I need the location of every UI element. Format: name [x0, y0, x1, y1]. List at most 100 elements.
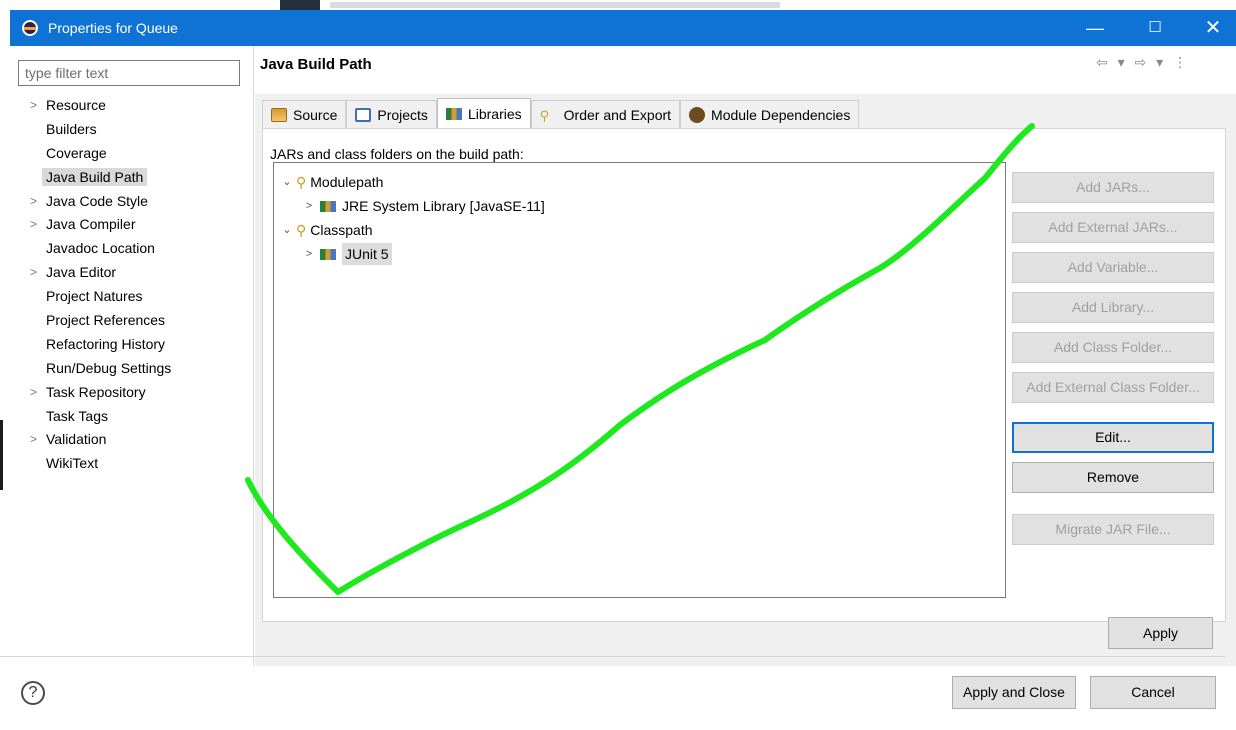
nav-item-project-natures[interactable]: Project Natures — [18, 285, 246, 309]
nav-item-label: Project References — [46, 312, 166, 329]
chevron-right-icon[interactable]: > — [30, 94, 37, 117]
projects-icon — [355, 107, 372, 122]
tree-node[interactable]: ⌄ ⚲ Classpath — [280, 219, 373, 241]
nav-item-project-references[interactable]: Project References — [18, 309, 246, 333]
add-external-class-folder-button[interactable]: Add External Class Folder... — [1012, 372, 1214, 403]
chevron-right-icon[interactable]: > — [302, 243, 316, 265]
chevron-right-icon[interactable]: > — [302, 195, 316, 217]
nav-item-wikitext[interactable]: WikiText — [18, 452, 246, 476]
nav-item-refactoring-history[interactable]: Refactoring History — [18, 333, 246, 357]
nav-item-java-code-style[interactable]: > Java Code Style — [18, 190, 246, 214]
background-strip — [0, 0, 1236, 10]
help-icon[interactable]: ? — [21, 681, 45, 705]
chevron-right-icon[interactable]: > — [30, 190, 37, 213]
nav-item-task-tags[interactable]: Task Tags — [18, 405, 246, 429]
chevron-right-icon[interactable]: > — [30, 213, 37, 236]
nav-item-label: Coverage — [46, 144, 107, 161]
tab-libraries[interactable]: Libraries — [436, 98, 531, 128]
tree-node[interactable]: > JRE System Library [JavaSE-11] — [302, 195, 545, 217]
nav-item-validation[interactable]: > Validation — [18, 428, 246, 452]
nav-item-java-build-path[interactable]: Java Build Path — [18, 166, 246, 190]
edge-mark — [0, 420, 3, 490]
apply-and-close-button[interactable]: Apply and Close — [952, 676, 1076, 709]
chevron-down-icon[interactable]: ⌄ — [280, 171, 294, 193]
nav-item-label: Validation — [46, 431, 107, 448]
tree-node-label: Modulepath — [310, 174, 384, 190]
library-icon — [320, 200, 336, 212]
classpath-container-icon: ⚲ — [296, 174, 307, 190]
add-variable-button[interactable]: Add Variable... — [1012, 252, 1214, 283]
migrate-jar-button[interactable]: Migrate JAR File... — [1012, 514, 1214, 545]
nav-item-run-debug-settings[interactable]: Run/Debug Settings — [18, 357, 246, 381]
nav-item-javadoc-location[interactable]: Javadoc Location — [18, 237, 246, 261]
nav-item-builders[interactable]: Builders — [18, 118, 246, 142]
build-path-tabs: Source Projects Libraries ⚲ Order and Export… — [262, 98, 860, 128]
build-path-heading: JARs and class folders on the build path… — [270, 146, 524, 162]
source-folder-icon — [271, 107, 287, 122]
classpath-container-icon: ⚲ — [296, 222, 307, 238]
close-button[interactable]: ✕ — [1190, 10, 1236, 46]
eclipse-icon — [22, 20, 38, 36]
build-path-tree[interactable]: ⌄ ⚲ Modulepath > JRE System Library [JavaSE-… — [273, 162, 1006, 598]
background-dark-block — [280, 0, 320, 10]
chevron-right-icon[interactable]: > — [30, 261, 37, 284]
cancel-button[interactable]: Cancel — [1090, 676, 1216, 709]
nav-item-label: Java Code Style — [46, 192, 148, 209]
tab-order-and-export[interactable]: ⚲ Order and Export — [530, 100, 681, 128]
tree-node[interactable]: > JUnit 5 — [302, 243, 392, 265]
nav-item-task-repository[interactable]: > Task Repository — [18, 381, 246, 405]
add-external-jars-button[interactable]: Add External JARs... — [1012, 212, 1214, 243]
nav-item-label: Resource — [46, 97, 106, 113]
tab-projects[interactable]: Projects — [346, 100, 437, 128]
background-blurred-text — [330, 2, 780, 8]
tab-label: Libraries — [467, 105, 522, 122]
nav-item-label: WikiText — [46, 455, 99, 472]
apply-button[interactable]: Apply — [1108, 617, 1213, 649]
libraries-icon — [445, 107, 462, 120]
nav-item-java-compiler[interactable]: > Java Compiler — [18, 213, 246, 237]
nav-item-label: Project Natures — [46, 288, 143, 305]
add-library-button[interactable]: Add Library... — [1012, 292, 1214, 323]
module-dependencies-icon — [689, 106, 706, 123]
nav-item-label: Task Tags — [46, 407, 108, 424]
nav-item-label: Javadoc Location — [46, 240, 155, 257]
nav-item-coverage[interactable]: Coverage — [18, 142, 246, 166]
tab-label: Order and Export — [563, 106, 672, 123]
chevron-right-icon[interactable]: > — [30, 428, 37, 451]
tab-label: Module Dependencies — [711, 106, 851, 123]
nav-item-resource[interactable]: > Resource — [18, 94, 246, 118]
tab-source[interactable]: Source — [262, 100, 347, 128]
maximize-button[interactable]: ☐ — [1132, 10, 1178, 46]
tree-node-label: JUnit 5 — [342, 243, 392, 265]
tab-module-dependencies[interactable]: Module Dependencies — [680, 100, 860, 128]
title-bar[interactable]: Properties for Queue — ☐ ✕ — [10, 10, 1236, 46]
chevron-down-icon[interactable]: ⌄ — [280, 219, 294, 241]
library-icon — [320, 248, 336, 260]
properties-nav-pane: > Resource Builders Coverage Java Build Path… — [10, 46, 254, 666]
remove-button[interactable]: Remove — [1012, 462, 1214, 493]
nav-item-label: Refactoring History — [46, 335, 166, 352]
left-edge — [0, 10, 10, 730]
history-nav-icon[interactable]: ⇦ ▾ ⇨ ▾ ⋮ — [1096, 54, 1190, 71]
tab-label: Projects — [377, 106, 428, 123]
order-export-icon: ⚲ — [539, 107, 550, 123]
chevron-right-icon[interactable]: > — [30, 381, 37, 404]
nav-item-label: Java Compiler — [46, 216, 136, 233]
window-title: Properties for Queue — [48, 20, 178, 36]
tree-node-label: Classpath — [310, 222, 373, 238]
tree-node[interactable]: ⌄ ⚲ Modulepath — [280, 171, 383, 193]
page-title: Java Build Path — [260, 56, 372, 73]
nav-item-label: Builders — [46, 120, 97, 137]
nav-item-label: Task Repository — [46, 383, 146, 400]
add-jars-button[interactable]: Add JARs... — [1012, 172, 1214, 203]
tree-node-label: JRE System Library [JavaSE-11] — [342, 198, 545, 214]
nav-item-java-editor[interactable]: > Java Editor — [18, 261, 246, 285]
nav-item-label: Java Editor — [46, 264, 117, 281]
add-class-folder-button[interactable]: Add Class Folder... — [1012, 332, 1214, 363]
filter-input[interactable] — [18, 60, 240, 86]
nav-item-label: Run/Debug Settings — [46, 359, 172, 376]
tab-label: Source — [293, 106, 338, 123]
minimize-button[interactable]: — — [1072, 10, 1118, 46]
edit-button[interactable]: Edit... — [1012, 422, 1214, 453]
properties-nav-list: > Resource Builders Coverage Java Build Path… — [18, 94, 246, 476]
